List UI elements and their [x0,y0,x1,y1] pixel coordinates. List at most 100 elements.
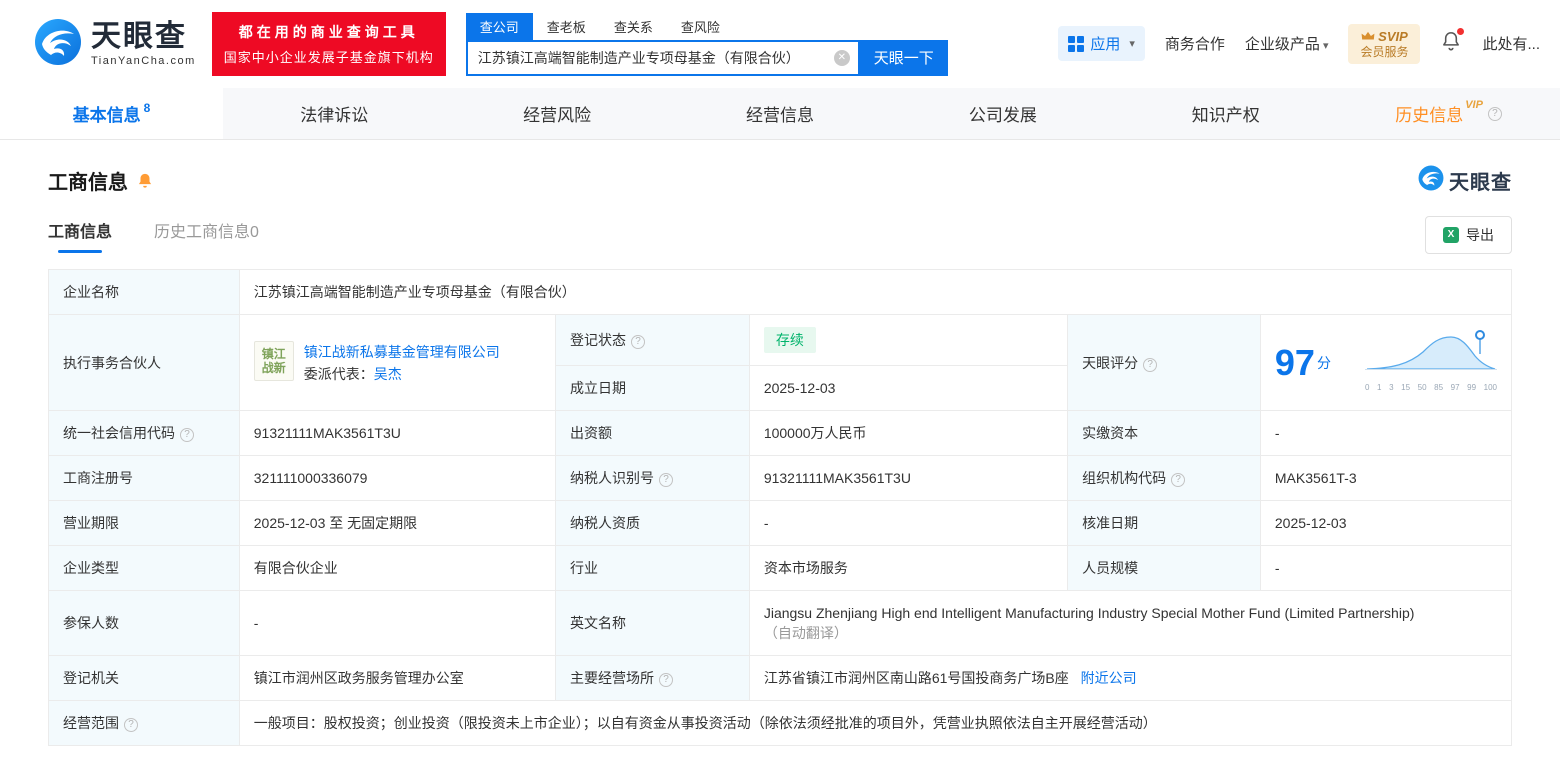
watermark-logo-icon [1418,165,1444,196]
search-tabs: 查公司 查老板 查关系 查风险 [465,12,948,40]
staff-size-label: 人员规模 [1067,545,1261,591]
tyc-score-text: 天眼评分 [1082,354,1139,371]
org-code-text: 组织机构代码 [1082,470,1167,486]
tab-intellectual-property[interactable]: 知识产权 [1114,88,1337,139]
help-icon[interactable] [180,428,194,442]
search-area: 查公司 查老板 查关系 查风险 天眼一下 [465,12,948,76]
help-icon[interactable] [631,335,646,349]
apps-dropdown[interactable]: 应用 [1058,26,1145,62]
table-row: 营业期限 2025-12-03 至 无固定期限 纳税人资质 - 核准日期 202… [48,500,1513,546]
company-section-tabs: 基本信息 8 法律诉讼 经营风险 经营信息 公司发展 知识产权 历史信息 VIP [0,88,1560,140]
english-name-label: 英文名称 [555,590,750,656]
search-tab-relation[interactable]: 查关系 [600,13,667,40]
export-label: 导出 [1466,227,1494,243]
watermark-logo: 天眼查 [1418,165,1512,196]
capital-label: 出资额 [555,410,750,456]
help-icon[interactable] [1487,106,1502,121]
section-title: 工商信息 [48,172,128,194]
address-label: 主要经营场所 [555,655,750,701]
credit-code-label: 统一社会信用代码 [48,410,240,456]
registration-number-value: 321111000336079 [238,455,557,501]
business-term-value: 2025-12-03 至 无固定期限 [238,500,557,546]
top-header: 天眼查 TianYanCha.com 都在用的商业查询工具 国家中小企业发展子基… [0,0,1560,88]
user-menu[interactable]: 此处有... [1482,33,1540,54]
registry-label: 登记机关 [48,655,240,701]
table-row: 经营范围 一般项目：股权投资；创业投资（限投资未上市企业）；以自有资金从事投资活… [48,700,1513,746]
table-row: 企业名称 江苏镇江高端智能制造产业专项母基金（有限合伙） [48,269,1513,315]
credit-code-value: 91321111MAK3561T3U [238,410,557,456]
svip-label: SVIP [1378,29,1408,44]
search-tab-boss[interactable]: 查老板 [533,13,600,40]
business-cooperation-link[interactable]: 商务合作 [1165,33,1225,54]
score-axis: 0 1 3 15 50 85 97 99 100 [1365,382,1497,392]
business-scope-text: 经营范围 [63,715,119,731]
table-row: 工商注册号 321111000336079 纳税人识别号 91321111MAK… [48,455,1513,501]
industry-label: 行业 [555,545,750,591]
tab-basic-info-label: 基本信息 [72,106,141,125]
tab-legal-proceedings[interactable]: 法律诉讼 [223,88,446,139]
taxpayer-id-text: 纳税人识别号 [570,470,655,486]
nearby-companies-link[interactable]: 附近公司 [1081,670,1137,686]
partner-company-logo: 镇江 战新 [253,340,294,381]
help-icon[interactable] [1143,357,1158,372]
help-icon[interactable] [659,673,674,687]
registration-status-value: 存续 [748,314,1069,366]
enterprise-products-dropdown[interactable]: 企业级产品 [1245,33,1329,54]
table-row: 统一社会信用代码 91321111MAK3561T3U 出资额 100000万人… [48,410,1513,456]
search-button[interactable]: 天眼一下 [859,39,948,76]
subtab-business-info[interactable]: 工商信息 [48,218,112,253]
subtab-history-business-info[interactable]: 历史工商信息0 [154,218,259,253]
org-code-label: 组织机构代码 [1067,455,1261,501]
score-number: 97 [1274,341,1315,383]
industry-value: 资本市场服务 [748,545,1069,591]
tab-company-development[interactable]: 公司发展 [891,88,1114,139]
main-content: 工商信息 天眼查 工商信息 历史工商信息0 导出 [0,165,1560,746]
establish-date-value: 2025-12-03 [748,365,1069,411]
tab-history-info[interactable]: 历史信息 VIP [1337,88,1560,139]
help-icon[interactable] [659,473,674,487]
svip-member-button[interactable]: SVIP 会员服务 [1348,24,1421,64]
tab-operating-info[interactable]: 经营信息 [669,88,892,139]
capital-value: 100000万人民币 [748,410,1069,456]
delegate-rep-link[interactable]: 吴杰 [374,366,402,382]
establish-date-label: 成立日期 [555,365,750,411]
business-info-table: 企业名称 江苏镇江高端智能制造产业专项母基金（有限合伙） 执行事务合伙人 镇江 … [48,269,1513,746]
company-name-value: 江苏镇江高端智能制造产业专项母基金（有限合伙） [238,269,1513,315]
export-button[interactable]: 导出 [1425,216,1512,254]
header-right-nav: 应用 商务合作 企业级产品 SVIP 会员服务 此处有... [1058,24,1540,64]
tab-basic-info[interactable]: 基本信息 8 [0,88,223,139]
company-type-value: 有限合伙企业 [238,545,557,591]
promo-line1: 都在用的商业查询工具 [238,24,419,40]
clear-search-icon[interactable] [833,49,850,66]
tab-basic-info-count: 8 [143,100,151,115]
address-value-text: 江苏省镇江市润州区南山路61号国投商务广场B座 [763,670,1069,686]
approval-date-label: 核准日期 [1067,500,1261,546]
insured-count-label: 参保人数 [48,590,240,656]
executive-partner-label: 执行事务合伙人 [48,314,240,411]
business-term-label: 营业期限 [48,500,240,546]
paid-capital-value: - [1259,410,1513,456]
partner-company-link[interactable]: 镇江战新私募基金管理有限公司 [304,344,500,360]
staff-size-value: - [1259,545,1513,591]
credit-code-text: 统一社会信用代码 [63,425,175,441]
tab-history-label: 历史信息 [1395,106,1464,125]
business-scope-value: 一般项目：股权投资；创业投资（限投资未上市企业）；以自有资金从事投资活动（除依法… [238,700,1513,746]
business-scope-label: 经营范围 [48,700,240,746]
tab-operating-label: 经营信息 [746,106,814,125]
tab-operating-risk[interactable]: 经营风险 [446,88,669,139]
search-tab-company[interactable]: 查公司 [465,12,533,40]
tianyancha-logo[interactable]: 天眼查 TianYanCha.com [34,18,196,71]
taxpayer-id-label: 纳税人识别号 [555,455,750,501]
search-input[interactable] [477,49,834,66]
help-icon[interactable] [124,718,138,732]
vip-badge: VIP [1465,98,1483,111]
notification-dot [1457,28,1465,36]
notification-bell-icon[interactable] [1440,28,1465,57]
monitor-bell-icon[interactable] [136,172,154,190]
registration-status-text: 登记状态 [570,332,627,348]
help-icon[interactable] [1171,473,1186,487]
score-unit: 分 [1316,354,1331,371]
search-box [465,39,860,76]
search-tab-risk[interactable]: 查风险 [667,13,734,40]
status-badge: 存续 [763,327,816,353]
